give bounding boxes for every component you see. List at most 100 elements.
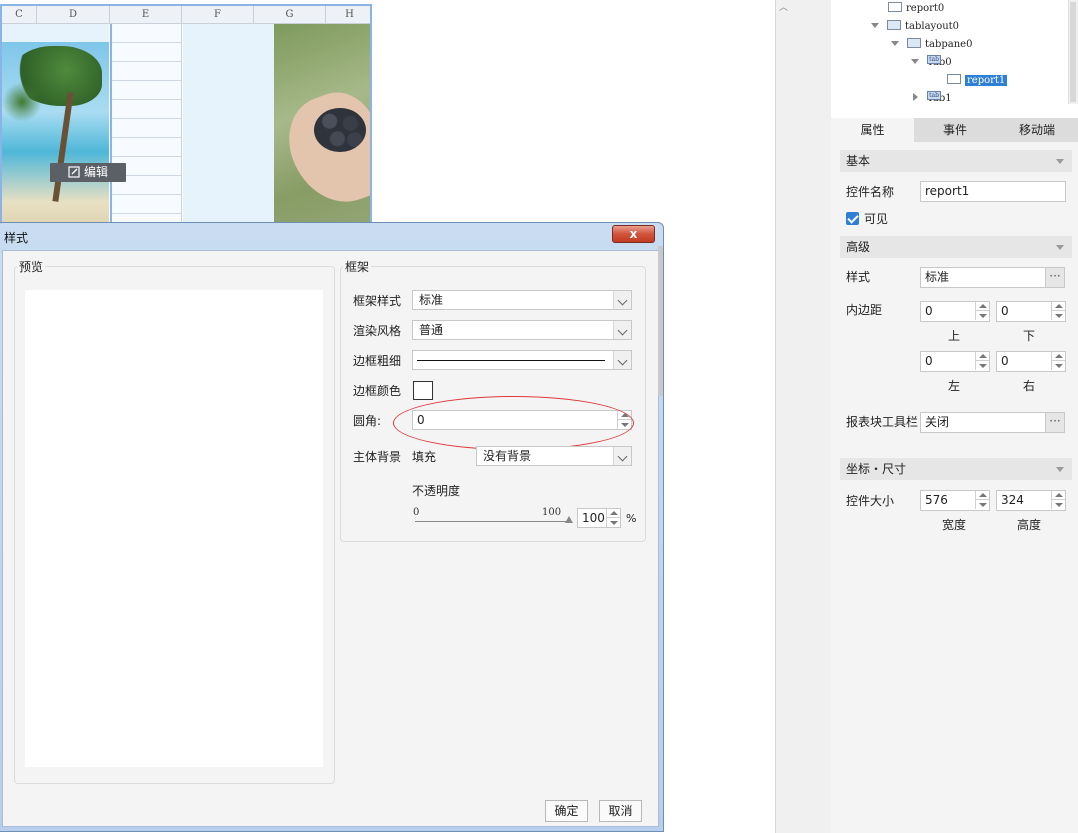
opacity-label: 不透明度 (412, 484, 461, 498)
report-canvas[interactable]: C D E F G H 编辑 (0, 4, 372, 234)
top-label: 上 (947, 329, 960, 343)
ok-button[interactable]: 确定 (545, 800, 588, 822)
decrement-icon[interactable] (606, 518, 620, 527)
body-background-label: 主体背景 (353, 450, 402, 464)
tree-item-report0[interactable]: report0 (888, 1, 944, 17)
toolbar-more-button[interactable]: ··· (1045, 412, 1065, 433)
chevron-down-icon[interactable] (613, 351, 631, 369)
border-color-swatch[interactable] (413, 381, 433, 400)
frame-style-label: 框架样式 (353, 294, 402, 308)
increment-icon[interactable] (1051, 352, 1065, 361)
visible-checkbox[interactable] (846, 212, 859, 225)
left-label: 左 (947, 379, 960, 393)
column-header-c[interactable]: C (2, 6, 37, 24)
column-header-g[interactable]: G (254, 6, 326, 24)
collapse-icon[interactable] (1056, 467, 1064, 472)
tree-item-report1[interactable]: report1 (947, 73, 1008, 89)
section-coords[interactable]: 坐标・尺寸 (840, 458, 1072, 480)
expand-icon[interactable] (871, 23, 879, 28)
panel-gutter (791, 0, 831, 833)
decrement-icon[interactable] (975, 361, 989, 370)
tree-scroll-thumb[interactable] (1070, 2, 1076, 102)
control-name-input[interactable]: report1 (920, 181, 1066, 202)
cell-column-f[interactable] (183, 24, 274, 232)
visible-label: 可见 (864, 212, 889, 226)
dialog-title: 样式 (4, 231, 29, 245)
padding-top-input[interactable]: 0 (920, 301, 990, 322)
preview-title: 预览 (17, 258, 46, 275)
decrement-icon[interactable] (1051, 311, 1065, 320)
tree-item-tabpane0[interactable]: tabpane0 (891, 37, 972, 53)
panel-tabs: 属性 事件 移动端 (831, 118, 1078, 142)
opacity-slider[interactable] (415, 521, 569, 522)
cancel-button[interactable]: 取消 (599, 800, 642, 822)
increment-icon[interactable] (1051, 491, 1065, 500)
opacity-input[interactable]: 100 (577, 508, 621, 528)
padding-label: 内边距 (846, 303, 883, 317)
expand-icon[interactable] (891, 41, 899, 46)
decrement-icon[interactable] (975, 500, 989, 509)
padding-right-input[interactable]: 0 (996, 351, 1066, 372)
increment-icon[interactable] (975, 491, 989, 500)
column-header-d[interactable]: D (37, 6, 110, 24)
edit-icon (68, 166, 80, 178)
bottom-label: 下 (1022, 329, 1035, 343)
right-label: 右 (1022, 379, 1035, 393)
background-select[interactable]: 没有背景 (476, 446, 632, 466)
collapse-icon[interactable] (1056, 245, 1064, 250)
style-input[interactable]: 标准 (920, 267, 1046, 288)
border-width-select[interactable] (412, 350, 632, 370)
tree-item-tab0[interactable]: tabTab0 (911, 55, 952, 71)
frame-style-select[interactable]: 标准 (412, 290, 632, 310)
scroll-up-arrow-icon[interactable]: ︿ (779, 0, 788, 13)
column-header-f[interactable]: F (182, 6, 254, 24)
beach-image (2, 42, 109, 232)
slider-max-label: 100 (542, 507, 562, 518)
tab-events[interactable]: 事件 (914, 118, 996, 142)
tree-item-tablayout0[interactable]: tablayout0 (871, 19, 959, 35)
chevron-down-icon[interactable] (613, 291, 631, 309)
berries-photo (274, 24, 370, 232)
border-width-label: 边框粗细 (353, 354, 402, 368)
edit-button[interactable]: 编辑 (50, 163, 126, 182)
opacity-slider-thumb[interactable] (565, 516, 573, 523)
increment-icon[interactable] (975, 302, 989, 311)
control-name-label: 控件名称 (846, 185, 895, 199)
render-style-label: 渲染风格 (353, 324, 402, 338)
expand-icon[interactable] (911, 59, 919, 64)
toolbar-label: 报表块工具栏 (846, 415, 919, 429)
style-more-button[interactable]: ··· (1045, 267, 1065, 288)
dialog-scrollbar[interactable] (658, 246, 663, 396)
padding-bottom-input[interactable]: 0 (996, 301, 1066, 322)
section-advanced[interactable]: 高级 (840, 236, 1072, 258)
property-panel: report0 tablayout0 tabpane0 tabTab0 repo… (831, 0, 1078, 833)
tab-icon: tab (927, 91, 941, 100)
tab-properties[interactable]: 属性 (831, 118, 914, 142)
render-style-select[interactable]: 普通 (412, 320, 632, 340)
tab-icon: tab (927, 55, 941, 64)
collapse-icon[interactable] (913, 93, 918, 101)
increment-icon[interactable] (975, 352, 989, 361)
size-label: 控件大小 (846, 494, 895, 508)
tablayout-icon (887, 20, 901, 30)
width-input[interactable]: 576 (920, 490, 990, 511)
tab-mobile[interactable]: 移动端 (996, 118, 1078, 142)
tree-item-tab1[interactable]: tabTab1 (913, 91, 952, 107)
toolbar-input[interactable]: 关闭 (920, 412, 1046, 433)
section-basic[interactable]: 基本 (840, 150, 1072, 172)
padding-left-input[interactable]: 0 (920, 351, 990, 372)
column-header-h[interactable]: H (326, 6, 370, 24)
canvas-vertical-scrollbar[interactable] (775, 0, 791, 833)
collapse-icon[interactable] (1056, 159, 1064, 164)
decrement-icon[interactable] (975, 311, 989, 320)
chevron-down-icon[interactable] (613, 447, 631, 465)
close-button[interactable]: x (612, 225, 655, 243)
chevron-down-icon[interactable] (613, 321, 631, 339)
height-input[interactable]: 324 (996, 490, 1066, 511)
decrement-icon[interactable] (1051, 361, 1065, 370)
decrement-icon[interactable] (1051, 500, 1065, 509)
column-header-e[interactable]: E (110, 6, 182, 24)
increment-icon[interactable] (606, 509, 620, 518)
increment-icon[interactable] (1051, 302, 1065, 311)
grid-column-e[interactable] (110, 24, 182, 232)
